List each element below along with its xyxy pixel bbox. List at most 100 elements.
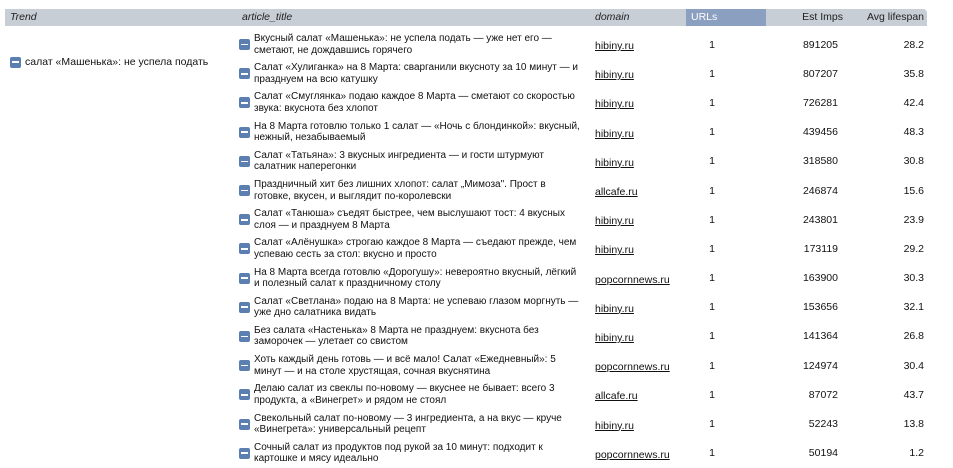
urls-count: 1 [709,447,715,460]
table-row: Салат «Танюша» съедят быстрее, чем выслу… [237,205,927,234]
column-header-domain[interactable]: domain [590,9,686,26]
column-header-trend[interactable]: Trend [5,9,237,26]
urls-count: 1 [709,184,715,197]
domain-link[interactable]: hibiny.ru [590,212,686,227]
article-title-cell: Салат «Смуглянка» подаю каждое 8 Марта —… [237,91,590,114]
article-title-cell: Салат «Танюша» съедят быстрее, чем выслу… [237,208,590,231]
collapse-icon[interactable] [239,155,250,167]
domain-link[interactable]: hibiny.ru [590,300,686,315]
article-title: Салат «Светлана» подаю на 8 Марта: не ус… [254,295,579,319]
trend-label: салат «Машенька»: не успела подать [25,56,209,68]
collapse-icon[interactable] [239,214,250,226]
table-row: Вкусный салат «Машенька»: не успела пода… [237,30,927,59]
avg-lifespan-value: 42.4 [903,96,924,109]
collapse-icon[interactable] [239,185,250,197]
est-imps-value: 246874 [802,184,838,197]
urls-count: 1 [709,67,715,80]
table-row: Салат «Татьяна»: 3 вкусных ингредиента —… [237,147,927,176]
avg-lifespan-value: 23.9 [903,213,924,226]
article-title: Сочный салат из продуктов под рукой за 1… [254,441,543,465]
collapse-icon[interactable] [239,272,250,284]
column-header-urls[interactable]: URLs [686,9,766,26]
table-row: Делаю салат из свеклы по-новому — вкусне… [237,380,927,409]
domain-link[interactable]: hibiny.ru [590,417,686,432]
avg-lifespan-value: 26.8 [903,330,924,343]
collapse-icon[interactable] [239,243,250,255]
table-row: Праздничный хит без лишних хлопот: салат… [237,176,927,205]
article-title: На 8 Марта всегда готовлю «Дорогушу»: не… [254,266,577,290]
urls-count: 1 [709,213,715,226]
pivot-table: Trend article_title domain URLs Est Imps… [5,9,927,464]
article-title-cell: Вкусный салат «Машенька»: не успела пода… [237,33,590,56]
est-imps-value: 243801 [802,213,838,226]
article-title-cell: Свекольный салат по-новому — 3 ингредиен… [237,413,590,436]
urls-count: 1 [709,126,715,139]
domain-link[interactable]: allcafe.ru [590,387,686,402]
est-imps-value: 163900 [802,272,838,285]
avg-lifespan-value: 15.6 [903,184,924,197]
article-title: Салат «Хулиганка» на 8 Марта: сварганили… [254,62,578,85]
table-row: Салат «Алёнушка» строгаю каждое 8 Марта … [237,234,927,263]
est-imps-value: 153656 [802,301,838,314]
article-title-cell: Салат «Татьяна»: 3 вкусных ингредиента —… [237,150,590,173]
domain-link[interactable]: allcafe.ru [590,183,686,198]
avg-lifespan-value: 29.2 [903,242,924,255]
avg-lifespan-value: 13.8 [903,418,924,431]
est-imps-value: 726281 [802,96,838,109]
table-row: На 8 Марта готовлю только 1 салат — «Ноч… [237,118,927,147]
domain-link[interactable]: hibiny.ru [590,125,686,140]
column-header-article-title[interactable]: article_title [237,9,590,26]
article-title: Салат «Алёнушка» строгаю каждое 8 Марта … [254,237,577,260]
table-row: Салат «Смуглянка» подаю каждое 8 Марта —… [237,88,927,117]
table-row: Салат «Хулиганка» на 8 Марта: сварганили… [237,59,927,88]
est-imps-value: 318580 [802,155,838,168]
table-row: Без салата «Настенька» 8 Марта не праздн… [237,322,927,351]
collapse-icon[interactable] [239,126,250,138]
article-title-cell: На 8 Марта всегда готовлю «Дорогушу»: не… [237,267,590,290]
collapse-icon[interactable] [239,389,250,401]
avg-lifespan-value: 30.8 [903,155,924,168]
urls-count: 1 [709,359,715,372]
domain-link[interactable]: popcornnews.ru [590,358,686,373]
urls-count: 1 [709,96,715,109]
article-title: Салат «Танюша» съедят быстрее, чем выслу… [254,208,565,231]
article-title-cell: Хоть каждый день готовь — и всё мало! Са… [237,354,590,377]
column-header-avg-lifespan[interactable]: Avg lifespan [846,9,927,26]
article-title: Без салата «Настенька» 8 Марта не праздн… [254,324,539,348]
est-imps-value: 52243 [808,418,838,431]
collapse-icon[interactable] [239,360,250,372]
table-row: Хоть каждый день готовь — и всё мало! Са… [237,351,927,380]
table-row: Салат «Светлана» подаю на 8 Марта: не ус… [237,293,927,322]
urls-count: 1 [709,301,715,314]
article-rows: Вкусный салат «Машенька»: не успела пода… [237,30,927,468]
collapse-icon[interactable] [239,301,250,313]
avg-lifespan-value: 30.4 [903,359,924,372]
collapse-icon[interactable] [239,68,250,80]
est-imps-value: 87072 [808,388,838,401]
article-title-cell: Праздничный хит без лишних хлопот: салат… [237,179,590,202]
collapse-icon[interactable] [239,97,250,109]
domain-link[interactable]: hibiny.ru [590,66,686,81]
domain-link[interactable]: hibiny.ru [590,329,686,344]
est-imps-value: 173119 [803,242,838,255]
domain-link[interactable]: hibiny.ru [590,37,686,52]
avg-lifespan-value: 1.2 [909,447,924,460]
collapse-icon[interactable] [239,330,250,342]
article-title-cell: Делаю салат из свеклы по-новому — вкусне… [237,383,590,406]
article-title-cell: Салат «Алёнушка» строгаю каждое 8 Марта … [237,237,590,260]
article-title: Хоть каждый день готовь — и всё мало! Са… [254,354,556,377]
table-row: Свекольный салат по-новому — 3 ингредиен… [237,409,927,438]
domain-link[interactable]: hibiny.ru [590,154,686,169]
collapse-icon[interactable] [239,447,250,459]
domain-link[interactable]: hibiny.ru [590,241,686,256]
domain-link[interactable]: popcornnews.ru [590,271,686,286]
article-title: Свекольный салат по-новому — 3 ингредиен… [254,412,562,436]
column-header-est-imps[interactable]: Est Imps [766,9,846,26]
domain-link[interactable]: hibiny.ru [590,95,686,110]
est-imps-value: 124974 [802,359,838,372]
collapse-icon[interactable] [10,56,21,68]
trend-group: салат «Машенька»: не успела подать [10,56,208,68]
collapse-icon[interactable] [239,39,250,51]
domain-link[interactable]: popcornnews.ru [590,446,686,461]
collapse-icon[interactable] [239,418,250,430]
